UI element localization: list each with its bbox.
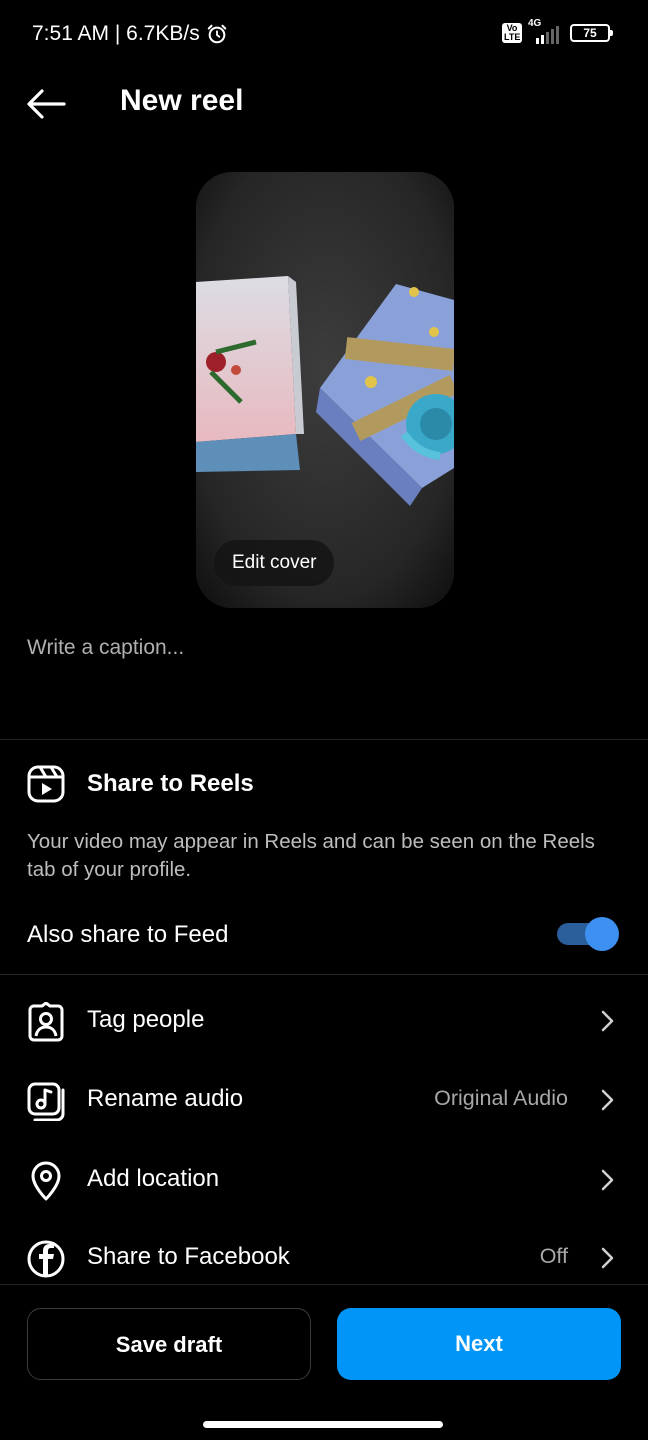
signal-icon: 4G xyxy=(528,18,564,44)
rename-audio-label: Rename audio xyxy=(87,1085,244,1112)
alarm-icon xyxy=(207,24,226,44)
tag-person-icon xyxy=(28,1002,64,1042)
battery-icon: 75 xyxy=(570,24,613,42)
tag-people-row[interactable]: Tag people xyxy=(0,991,648,1051)
facebook-icon xyxy=(27,1240,65,1278)
caption-input[interactable]: Write a caption... xyxy=(27,636,184,660)
share-to-facebook-value: Off xyxy=(539,1244,568,1268)
arrow-left-icon xyxy=(27,89,66,119)
add-location-label: Add location xyxy=(87,1165,220,1192)
share-to-facebook-row[interactable]: Share to Facebook Off xyxy=(0,1228,648,1288)
reels-icon xyxy=(27,765,65,803)
share-to-reels-description: Your video may appear in Reels and can b… xyxy=(27,830,595,881)
save-draft-button[interactable]: Save draft xyxy=(27,1308,311,1380)
location-pin-icon xyxy=(31,1161,61,1201)
reel-preview[interactable]: Edit cover xyxy=(196,172,454,608)
chevron-right-icon xyxy=(601,1247,614,1269)
volte-badge: Vo LTE xyxy=(502,23,522,43)
chevron-right-icon xyxy=(601,1089,614,1111)
chevron-right-icon xyxy=(601,1169,614,1191)
divider xyxy=(0,739,648,740)
header: New reel xyxy=(0,78,648,128)
share-to-reels-title: Share to Reels xyxy=(87,770,254,797)
status-right: Vo LTE 4G 75 xyxy=(502,18,613,44)
back-button[interactable] xyxy=(24,82,68,126)
share-to-feed-toggle[interactable] xyxy=(557,917,619,951)
divider xyxy=(0,1284,648,1285)
share-to-reels-header: Share to Reels xyxy=(27,765,621,803)
edit-cover-button[interactable]: Edit cover xyxy=(214,540,335,586)
next-button[interactable]: Next xyxy=(337,1308,621,1380)
home-indicator[interactable] xyxy=(203,1421,443,1428)
chevron-right-icon xyxy=(601,1010,614,1032)
toggle-knob xyxy=(585,917,619,951)
rename-audio-value: Original Audio xyxy=(434,1086,568,1110)
add-location-row[interactable]: Add location xyxy=(0,1150,648,1210)
share-to-feed-label: Also share to Feed xyxy=(27,921,229,948)
page-title: New reel xyxy=(120,84,244,117)
status-time-speed: 7:51 AM | 6.7KB/s xyxy=(32,22,200,45)
status-bar: 7:51 AM | 6.7KB/s Vo LTE 4G 75 xyxy=(0,0,648,70)
rename-audio-row[interactable]: Rename audio Original Audio xyxy=(0,1070,648,1130)
music-note-icon xyxy=(27,1082,65,1121)
battery-level: 75 xyxy=(583,26,597,40)
divider xyxy=(0,974,648,975)
share-to-facebook-label: Share to Facebook xyxy=(87,1243,290,1270)
tag-people-label: Tag people xyxy=(87,1006,205,1033)
share-to-feed-row: Also share to Feed xyxy=(27,915,621,955)
status-left: 7:51 AM | 6.7KB/s xyxy=(32,22,228,46)
